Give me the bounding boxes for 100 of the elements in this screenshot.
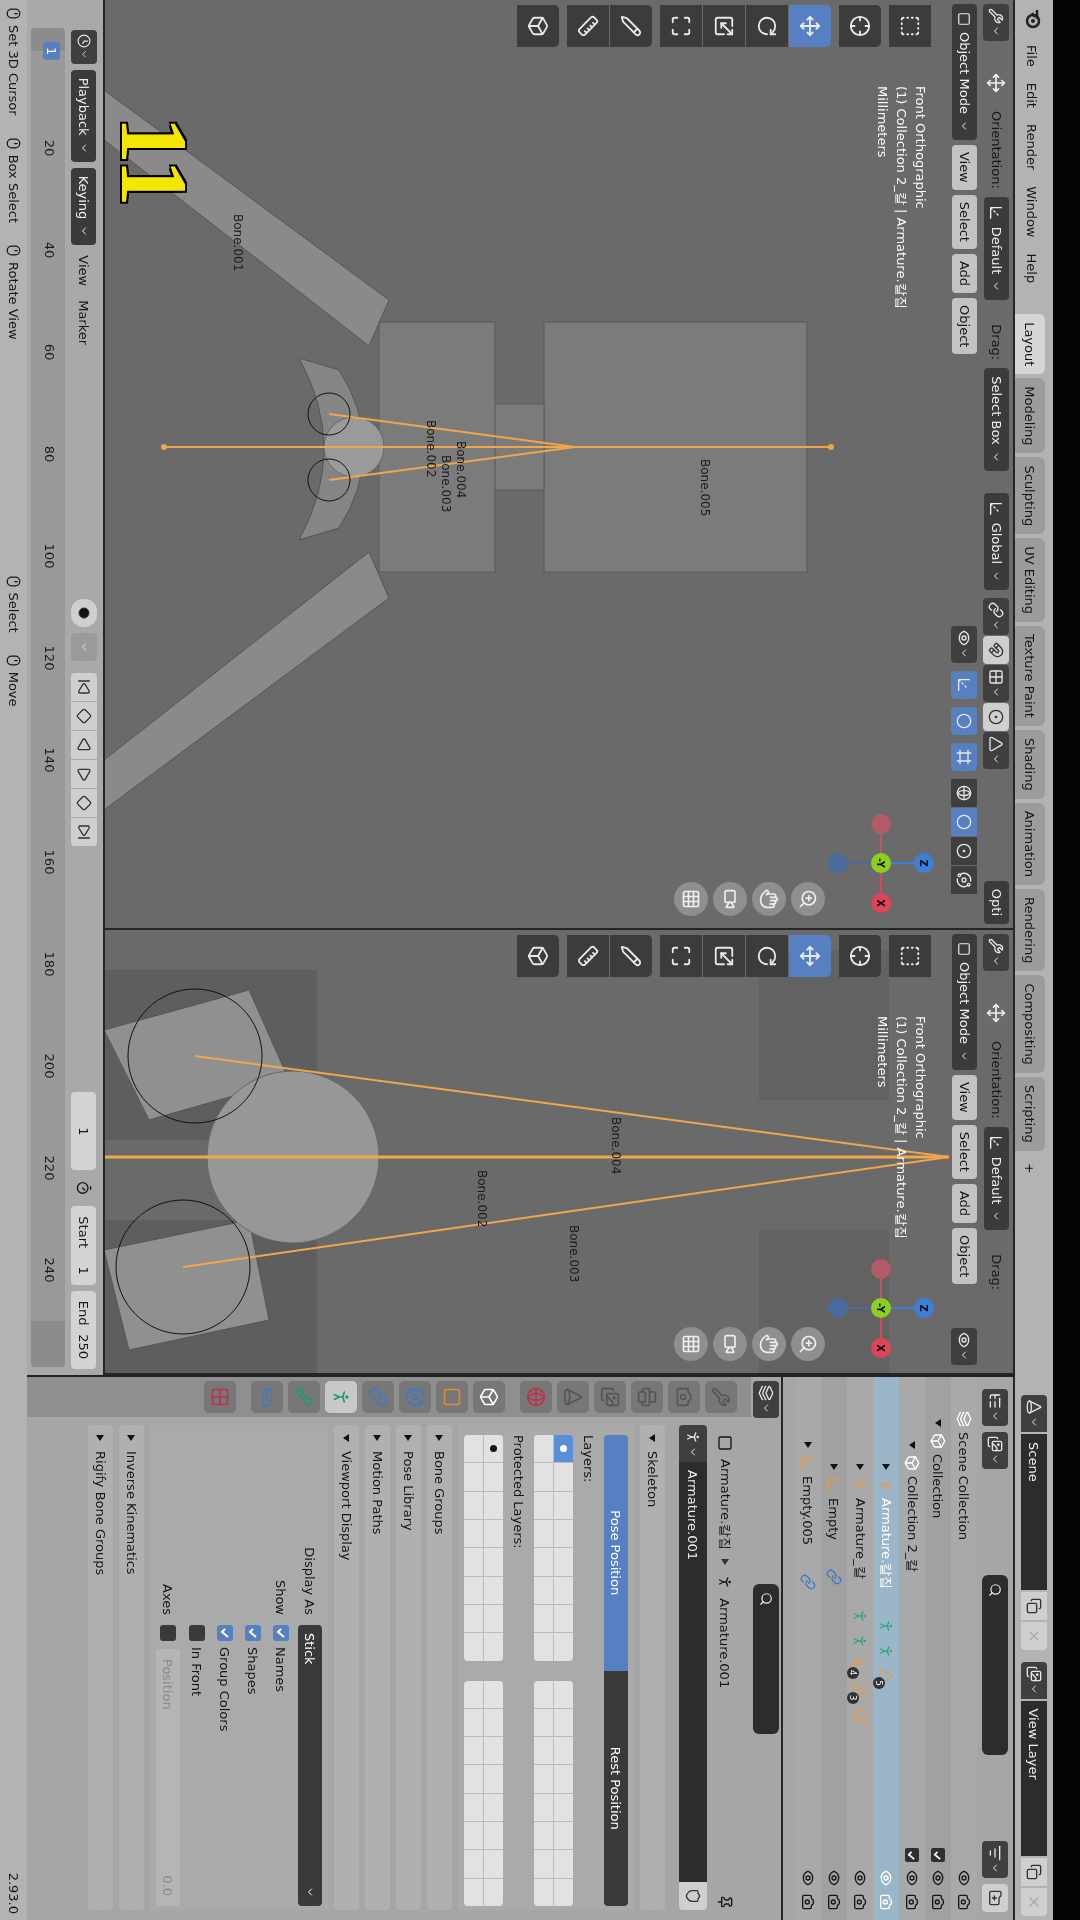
panel-header[interactable]: Motion Paths [365, 1425, 390, 1910]
workspace-tab[interactable]: Texture Paint [1015, 626, 1045, 726]
breadcrumb-item: Armature.칼집 [717, 1459, 734, 1551]
breadcrumb-item: Armature.001 [717, 1598, 733, 1689]
menu-button[interactable]: View [952, 1074, 977, 1120]
checkbox-option[interactable]: Group Colors [217, 1625, 233, 1732]
menu-button[interactable]: View [952, 144, 977, 190]
workspace-tab[interactable]: Layout [1015, 314, 1045, 375]
menu-item[interactable]: Window [1015, 179, 1049, 245]
outliner-row[interactable]: Armature.칼집 5 [873, 1377, 899, 1920]
options-button[interactable]: Opti [984, 880, 1009, 924]
frame-number: 60 [42, 343, 57, 361]
bone-label: Bone.003 [567, 1225, 581, 1283]
frame-number: 20 [42, 139, 57, 157]
panel-header[interactable]: Bone Groups [427, 1425, 452, 1910]
menu-item[interactable]: Render [1015, 116, 1049, 178]
bone-label: Bone.002 [475, 1170, 489, 1228]
display-as-label: Display As [302, 1546, 318, 1615]
menu-item[interactable]: View [71, 251, 97, 291]
current-frame-field[interactable]: 1 [71, 1092, 97, 1171]
workspace-tab[interactable]: Animation [1015, 802, 1045, 885]
workspace-tab[interactable]: Sculpting [1015, 457, 1045, 535]
viewport-info-text: Millimeters [874, 86, 891, 160]
outliner-item-label: Empty [826, 1498, 842, 1540]
panel-header[interactable]: Viewport Display [334, 1425, 359, 1910]
count-badge: 4 [847, 1666, 859, 1679]
frame-number: 80 [42, 445, 57, 463]
orientation-label: Orientation: [989, 1041, 1004, 1119]
outliner-row[interactable]: Empty [821, 1377, 847, 1920]
workspace-tab[interactable]: Modeling [1015, 378, 1045, 454]
status-hint: Set 3D Cursor [6, 25, 21, 116]
menu-button[interactable]: Add [952, 1183, 977, 1224]
add-workspace-button[interactable]: + [1015, 1154, 1045, 1182]
frame-number: 200 [42, 1053, 57, 1079]
outliner-item-label: Empty.005 [800, 1476, 816, 1545]
viewport-info-text: Front Orthographic [912, 86, 929, 211]
frame-number: 120 [42, 645, 57, 671]
outliner-item-label: Armature_칼 [852, 1498, 869, 1579]
axis-label: X [875, 899, 886, 907]
viewport-info-text: Front Orthographic [912, 1016, 929, 1141]
menu-item[interactable]: Marker [71, 296, 97, 350]
panel-header[interactable]: Skeleton [640, 1425, 665, 1910]
frame-ruler[interactable]: 1 20 40 60 80 100 120 140 160 180 200 220 240 [31, 28, 65, 1367]
menu-button[interactable]: Add [952, 253, 977, 294]
viewport-info-text: (1) Collection 2_칼 | Armature.칼집 [893, 86, 910, 309]
outliner-item-label: Armature.칼집 [878, 1498, 895, 1590]
checkbox-option[interactable]: Shapes [245, 1625, 261, 1695]
datablock-name-field[interactable]: Armature.001 [679, 1462, 707, 1882]
menu-item[interactable]: Help [1015, 246, 1049, 291]
pose-toggle-button[interactable]: Pose Position [604, 1435, 628, 1671]
outliner-item-label: Collection 2_칼 [904, 1476, 921, 1573]
frame-number: 100 [42, 543, 57, 569]
menu-item[interactable]: File [1015, 38, 1049, 74]
checkbox-option[interactable]: Names [273, 1625, 289, 1693]
scene-name-field[interactable]: Scene [1021, 1434, 1047, 1590]
workspace-tab[interactable]: Rendering [1015, 889, 1045, 972]
menu-button[interactable]: Object [952, 1228, 977, 1285]
version-label: 2.93.0 [6, 1872, 21, 1914]
menu-button[interactable]: Keying [71, 167, 97, 246]
start-frame-field[interactable]: Start 1 [71, 1206, 97, 1285]
status-hint: Box Select [6, 154, 21, 224]
display-as-dropdown[interactable]: Stick [298, 1625, 322, 1906]
pose-toggle-button[interactable]: Rest Position [604, 1670, 628, 1906]
axis-label: -Y [875, 858, 886, 868]
menu-button[interactable]: Select [952, 194, 977, 249]
end-frame-field[interactable]: End 250 [71, 1290, 97, 1369]
frame-number: 180 [42, 951, 57, 977]
frame-number: 40 [42, 241, 57, 259]
orientation-dropdown[interactable]: Default [984, 1126, 1009, 1231]
current-frame-marker[interactable]: 1 [43, 41, 60, 61]
menu-button[interactable]: Playback [71, 69, 97, 162]
bone-label: Bone.004 [609, 1117, 623, 1175]
viewport[interactable]: Orientation: Default Drag: Object Mode View Select Add Object Bone.004 Bone.003 Bone.002 Front Orthographic (1) Collection 2_칼 | Armature.칼집 Millimeters Z -Y X [105, 930, 1015, 1375]
mode-dropdown[interactable]: Object Mode [952, 4, 977, 140]
menu-button[interactable]: Select [952, 1124, 977, 1179]
checkbox-option[interactable]: In Front [189, 1625, 205, 1697]
transform-orientation-dropdown[interactable]: Global [984, 492, 1009, 591]
frame-number: 140 [42, 747, 57, 773]
orientation-dropdown[interactable]: Default [984, 196, 1009, 301]
workspace-tab[interactable]: UV Editing [1015, 538, 1045, 622]
layers-label: Layers: [581, 1435, 596, 1485]
workspace-tab[interactable]: Compositing [1015, 975, 1045, 1073]
bone-label: Bone.002 [424, 420, 438, 478]
outliner-row[interactable]: Collection [925, 1377, 951, 1920]
menu-button[interactable]: Object [952, 298, 977, 355]
workspace-tab[interactable]: Scripting [1015, 1076, 1045, 1151]
bone-label: Bone.005 [698, 459, 712, 517]
workspace-tab[interactable]: Shading [1015, 729, 1045, 799]
step-number: 11 [106, 116, 202, 207]
panel-header[interactable]: Inverse Kinematics [119, 1425, 144, 1910]
drag-dropdown[interactable]: Select Box [984, 368, 1009, 471]
view-layer-name-field[interactable]: View Layer [1021, 1700, 1047, 1856]
mode-dropdown[interactable]: Object Mode [952, 934, 977, 1070]
panel-header[interactable]: Pose Library [396, 1425, 421, 1910]
bone-label: Bone.001 [231, 214, 245, 272]
axes-label: Axes [160, 1583, 176, 1615]
panel-header[interactable]: Rigify Bone Groups [88, 1425, 113, 1910]
status-hint: Select [6, 592, 21, 633]
bone-label: Bone.003 [439, 455, 453, 513]
menu-item[interactable]: Edit [1015, 75, 1049, 115]
